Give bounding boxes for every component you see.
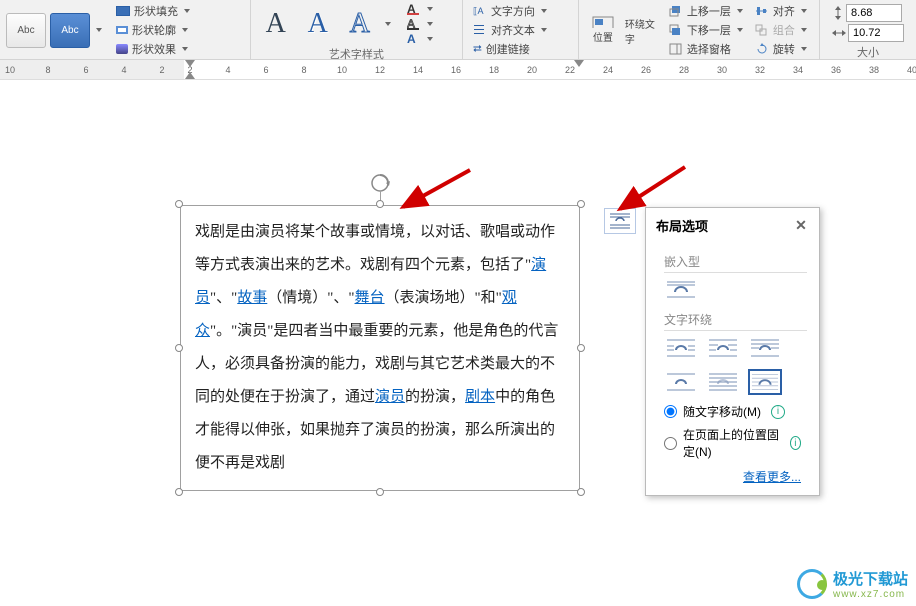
align-button[interactable]: 对齐 [751,2,811,20]
ribbon: Abc Abc 形状填充 形状轮廓 形状效果 形状样式 A A A A A A … [0,0,916,60]
text-effects-button[interactable]: A [403,32,437,46]
resize-handle-sw[interactable] [175,488,183,496]
ribbon-section-arrange: 位置 环绕文字 上移一层 下移一层 选择窗格 对齐 组合 旋转 排列 [579,0,820,59]
wrap-inline[interactable] [664,277,698,303]
ribbon-section-text: ⟦A文字方向 对齐文本 ⮂创建链接 文本 [463,0,579,59]
position-button[interactable]: 位置 [585,16,621,44]
effects-swatch-icon [116,44,128,54]
height-icon [832,6,844,20]
text-effects-icon: A [407,33,421,45]
shape-preset-more-icon[interactable] [96,28,102,32]
watermark-name: 极光下载站 [833,568,908,589]
rotate-obj-icon [755,43,769,55]
hyperlink-story[interactable]: 故事 [237,290,267,306]
annotation-arrow-1 [395,165,475,218]
text-fill-icon: A [407,3,421,15]
wrap-behind[interactable] [706,369,740,395]
shape-outline-button[interactable]: 形状轮廓 [112,21,194,39]
width-icon [832,27,846,39]
resize-handle-ne[interactable] [577,200,585,208]
text-box-content[interactable]: 戏剧是由演员将某个故事或情境，以对话、歌唱或动作等方式表演出来的艺术。戏剧有四个… [180,205,580,491]
text-outline-icon: A [407,18,421,30]
annotation-arrow-2 [610,162,690,220]
watermark: 极光下载站 www.xz7.com [797,568,908,600]
right-indent-marker[interactable] [574,60,584,67]
create-link-button[interactable]: ⮂创建链接 [469,40,551,58]
text-direction-icon: ⟦A [473,5,487,17]
resize-handle-w[interactable] [175,344,183,352]
hyperlink-stage[interactable]: 舞台 [355,290,385,306]
group-button: 组合 [751,21,811,39]
radio-fix-position[interactable]: 在页面上的位置固定(N)i [664,426,801,460]
fill-swatch-icon [116,6,130,16]
group-icon [755,24,769,36]
horizontal-ruler[interactable]: 1086422468101214161820222426283032343638… [0,60,916,80]
info-icon[interactable]: i [790,436,801,450]
wordart-style-2[interactable]: A [299,8,337,40]
height-input[interactable] [846,4,902,22]
document-area[interactable]: 戏剧是由演员将某个故事或情境，以对话、歌唱或动作等方式表演出来的艺术。戏剧有四个… [0,80,916,606]
ribbon-section-wordart: A A A A A A 艺术字样式 [251,0,463,59]
shape-preset-1[interactable]: Abc [6,13,46,48]
send-backward-button[interactable]: 下移一层 [665,21,747,39]
info-icon[interactable]: i [771,405,785,419]
section-label-size: 大小 [826,44,910,60]
hyperlink-script[interactable]: 剧本 [465,389,495,405]
section-inline: 嵌入型 [664,253,807,273]
wrap-text-button[interactable]: 环绕文字 [625,16,661,44]
popup-close-button[interactable]: ✕ [793,217,809,234]
wrap-in-front[interactable] [748,369,782,395]
see-more-link[interactable]: 查看更多... [664,468,801,485]
wrap-square[interactable] [664,335,698,361]
outline-swatch-icon [116,26,128,34]
shape-fill-button[interactable]: 形状填充 [112,2,194,20]
rotate-handle[interactable] [370,173,390,193]
position-icon [592,16,614,28]
align-text-button[interactable]: 对齐文本 [469,21,551,39]
watermark-logo-icon [797,569,827,599]
selection-icon [669,43,683,55]
text-direction-button[interactable]: ⟦A文字方向 [469,2,551,20]
wrap-tight[interactable] [706,335,740,361]
selection-pane-button[interactable]: 选择窗格 [665,40,747,58]
svg-text:⟦A: ⟦A [473,6,483,16]
text-box[interactable]: 戏剧是由演员将某个故事或情境，以对话、歌唱或动作等方式表演出来的艺术。戏剧有四个… [180,205,580,491]
hanging-indent-marker[interactable] [185,72,195,79]
width-input[interactable] [848,24,904,42]
align-obj-icon [755,5,769,17]
ribbon-section-shape-styles: Abc Abc 形状填充 形状轮廓 形状效果 形状样式 [0,0,251,59]
radio-fix-input[interactable] [664,437,677,450]
backward-icon [669,24,683,36]
text-outline-button[interactable]: A [403,17,437,31]
resize-handle-n[interactable] [376,200,384,208]
resize-handle-e[interactable] [577,344,585,352]
resize-handle-nw[interactable] [175,200,183,208]
section-wrap: 文字环绕 [664,311,807,331]
first-line-indent-marker[interactable] [185,60,195,67]
resize-handle-s[interactable] [376,488,384,496]
ribbon-section-size: 大小 [820,0,916,59]
text-run: 戏剧是由演员将某个故事或情境，以对话、歌唱或动作等方式表演出来的艺术。戏剧有四个… [195,224,555,273]
wordart-style-3[interactable]: A [341,8,379,40]
text-fill-button[interactable]: A [403,2,437,16]
watermark-url: www.xz7.com [833,589,908,600]
wrap-through[interactable] [748,335,782,361]
hyperlink-actor2[interactable]: 演员 [375,389,405,405]
shape-effects-button[interactable]: 形状效果 [112,40,194,58]
radio-move-with-text[interactable]: 随文字移动(M)i [664,403,801,420]
shape-preset-2[interactable]: Abc [50,13,90,48]
wordart-style-1[interactable]: A [257,8,295,40]
wrap-top-bottom[interactable] [664,369,698,395]
bring-forward-button[interactable]: 上移一层 [665,2,747,20]
forward-icon [669,5,683,17]
layout-options-popup: 布局选项 ✕ 嵌入型 文字环绕 随文字移动(M)i 在页面上的位置固定(N)i … [645,207,820,496]
wordart-more-icon[interactable] [385,22,391,26]
radio-move-input[interactable] [664,405,677,418]
rotate-button[interactable]: 旋转 [751,40,811,58]
resize-handle-se[interactable] [577,488,585,496]
link-icon: ⮂ [473,43,482,56]
svg-text:A: A [407,33,416,45]
align-text-icon [473,24,487,36]
